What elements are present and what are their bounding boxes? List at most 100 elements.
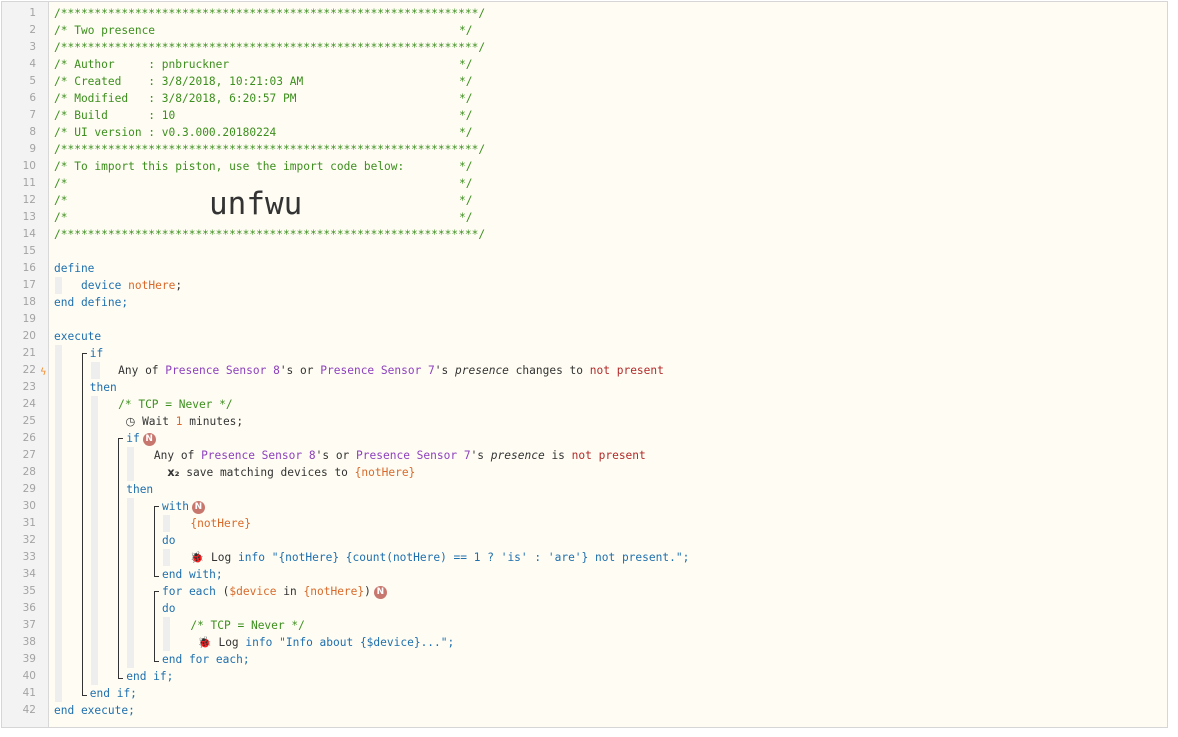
loop-variable: $device bbox=[229, 585, 277, 598]
if-keyword: if bbox=[89, 347, 104, 360]
comment-end: */ bbox=[459, 211, 473, 224]
log-line: 🐞 Log info "{notHere} {count(notHere) ==… bbox=[190, 549, 689, 566]
device-ref: Presence Sensor 7 bbox=[356, 449, 471, 462]
piston-code-editor: 1 2 3 4 5 6 7 8 9 10 11 12 13 14 15 16 17 18 19 20 21 22 23 24 2… bbox=[1, 1, 1168, 728]
line-number: 3 bbox=[29, 41, 36, 53]
line-number: 36 bbox=[22, 602, 36, 614]
variable-x2-icon: x₂ bbox=[167, 466, 180, 479]
indent-guide bbox=[55, 277, 62, 294]
header-comment: /* Modified : 3/8/2018, 6:20:57 PM bbox=[54, 92, 297, 105]
comment-modified: /* Modified : 3/8/2018, 6:20:57 PM bbox=[54, 90, 297, 107]
header-value: 3/8/2018, 10:21:03 AM bbox=[161, 75, 304, 88]
comment-ui-version: /* UI version : v0.3.000.20180224 bbox=[54, 124, 276, 141]
line-number: 17 bbox=[22, 279, 36, 291]
line-number: 20 bbox=[22, 330, 36, 342]
line-number: 38 bbox=[22, 636, 36, 648]
log-line: 🐞 Log info "Info about {$device}..."; bbox=[198, 634, 454, 651]
line-number: 30 bbox=[22, 500, 36, 512]
device-ref: Presence Sensor 8 bbox=[165, 364, 280, 377]
comment-end: */ bbox=[459, 126, 473, 139]
code-token: 's bbox=[315, 449, 330, 462]
device-type: device bbox=[81, 279, 122, 292]
device-ref: Presence Sensor 8 bbox=[201, 449, 316, 462]
tcp-comment: /* TCP = Never */ bbox=[190, 619, 305, 632]
line-number: 8 bbox=[29, 126, 36, 138]
define-keyword: define bbox=[54, 262, 95, 275]
line-number: 18 bbox=[22, 296, 36, 308]
bug-icon: 🐞 bbox=[190, 551, 205, 564]
end-for-each-keyword: end for each; bbox=[162, 653, 250, 666]
then-keyword: then bbox=[126, 483, 154, 496]
save-line: x₂ save matching devices to {notHere} bbox=[167, 464, 415, 481]
line-number: 16 bbox=[22, 262, 36, 274]
code-line: then bbox=[126, 481, 153, 498]
line-number: 28 bbox=[22, 466, 36, 478]
save-text: save matching devices to bbox=[186, 466, 348, 479]
attribute: presence bbox=[455, 364, 509, 377]
code-token: Any of bbox=[118, 364, 159, 377]
variable-ref: {notHere} bbox=[190, 517, 251, 530]
wait-statement: ◷ Wait 1 minutes; bbox=[126, 413, 244, 430]
line-number: 11 bbox=[22, 177, 36, 189]
code-line: /* TCP = Never */ bbox=[118, 396, 233, 413]
variable-ref: {notHere} bbox=[354, 466, 416, 479]
line-number: 15 bbox=[22, 245, 36, 257]
comment-end: */ bbox=[459, 24, 473, 37]
n-badge[interactable]: N bbox=[191, 500, 205, 514]
code-line: if N bbox=[126, 430, 156, 447]
line-number: 24 bbox=[22, 398, 36, 410]
line-number: 19 bbox=[22, 313, 36, 325]
code-line: do bbox=[162, 532, 175, 549]
condition-line: Any of Presence Sensor 8's or Presence S… bbox=[118, 362, 664, 379]
comment-end: */ bbox=[459, 92, 473, 105]
line-number: 4 bbox=[29, 58, 36, 70]
block-bracket bbox=[154, 506, 159, 577]
comment-end: */ bbox=[459, 177, 473, 190]
n-badge[interactable]: N bbox=[142, 432, 156, 446]
line-number: 12 bbox=[22, 194, 36, 206]
lightning-bolt-icon: ϟ bbox=[40, 367, 47, 378]
line-number: 42 bbox=[22, 704, 36, 716]
line-number: 10 bbox=[22, 160, 36, 172]
do-keyword: do bbox=[162, 534, 176, 547]
n-badge[interactable]: N bbox=[373, 585, 387, 599]
code-token: or bbox=[335, 449, 350, 462]
indent-guide bbox=[127, 498, 134, 668]
code-line: with N bbox=[162, 498, 205, 515]
end-if-keyword: end if; bbox=[89, 687, 137, 700]
line-number: 31 bbox=[22, 517, 36, 529]
header-comment: /* Build : 10 bbox=[54, 109, 176, 122]
code-line: do bbox=[162, 600, 175, 617]
value: not present bbox=[589, 364, 664, 377]
code-token: 's bbox=[470, 449, 485, 462]
code-line: end if; bbox=[90, 685, 137, 702]
indent-guide bbox=[163, 549, 170, 566]
comment-author: /* Author : pnbruckner bbox=[54, 56, 229, 73]
comment-build: /* Build : 10 bbox=[54, 107, 175, 124]
line-number: 22 bbox=[22, 364, 36, 376]
code-token: 's bbox=[434, 364, 449, 377]
comment-border: /***************************************… bbox=[54, 7, 486, 20]
line-number: 6 bbox=[29, 92, 36, 104]
attribute: presence bbox=[490, 449, 545, 462]
variable-name: notHere bbox=[128, 279, 176, 292]
piston-title: Two presence bbox=[74, 24, 156, 37]
for-each-keyword: for each bbox=[162, 585, 216, 598]
clock-icon: ◷ bbox=[125, 415, 136, 428]
comment-end: */ bbox=[459, 194, 473, 207]
header-comment: /* UI version : v0.3.000.20180224 bbox=[54, 126, 277, 139]
comment-line: /* bbox=[54, 177, 68, 190]
comment-end: */ bbox=[459, 109, 473, 122]
log-message: "{notHere} {count(notHere) == 1 ? 'is' :… bbox=[271, 551, 690, 564]
end-define-keyword: end define; bbox=[54, 296, 129, 309]
line-number: 29 bbox=[22, 483, 36, 495]
wait-label: Wait bbox=[142, 415, 170, 428]
import-code[interactable]: unfwu bbox=[209, 189, 302, 220]
end-execute-keyword: end execute; bbox=[54, 704, 135, 717]
code-line: define bbox=[54, 260, 94, 277]
comment-end: */ bbox=[459, 75, 473, 88]
indent-guide bbox=[163, 515, 170, 532]
line-number: 41 bbox=[22, 687, 36, 699]
log-label: Log bbox=[218, 636, 239, 649]
line-number: 25 bbox=[22, 415, 36, 427]
